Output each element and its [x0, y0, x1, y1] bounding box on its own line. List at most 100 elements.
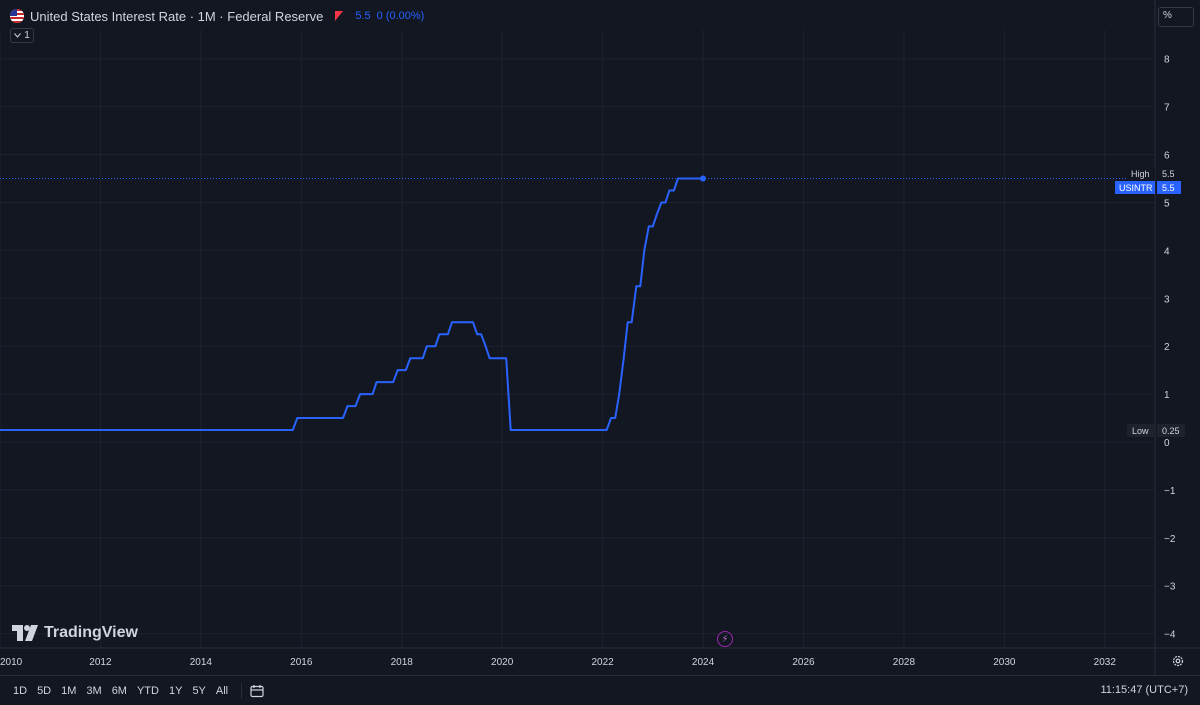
y-tick-label: 6	[1164, 151, 1170, 162]
data-point	[630, 321, 633, 324]
y-tick-label: 3	[1164, 294, 1170, 305]
data-point	[610, 417, 612, 419]
symbol-value: 5.5	[1162, 183, 1175, 193]
data-point	[480, 333, 482, 336]
x-tick-label: 2030	[993, 657, 1016, 668]
data-point	[660, 201, 663, 204]
data-point	[472, 321, 474, 324]
data-point	[618, 393, 620, 395]
x-tick-label: 2014	[190, 657, 213, 668]
range-button-1d[interactable]: 1D	[8, 685, 32, 697]
data-point	[396, 369, 399, 371]
low-label: Low	[1132, 426, 1149, 436]
series-line-0[interactable]	[0, 177, 703, 431]
range-button-1y[interactable]: 1Y	[164, 685, 187, 697]
symbol-label: USINTR	[1119, 183, 1153, 193]
data-point	[409, 357, 412, 360]
data-point	[392, 381, 395, 383]
range-button-5d[interactable]: 5D	[32, 685, 56, 697]
x-tick-label: 2028	[893, 657, 916, 668]
range-button-1m[interactable]: 1M	[56, 685, 81, 697]
tradingview-logo-icon	[12, 625, 38, 641]
data-point	[292, 429, 294, 431]
data-point	[700, 175, 706, 182]
lightning-icon[interactable]: ⚡	[717, 631, 733, 647]
data-point	[639, 285, 642, 288]
data-point	[635, 285, 638, 288]
data-point	[488, 357, 491, 360]
x-tick-label: 2032	[1094, 657, 1117, 668]
high-label: High	[1131, 169, 1150, 179]
chart-plot[interactable]: 876543210−1−2−3−4 2010 2012 2014 2016 2018 20…	[0, 0, 1200, 705]
data-point	[626, 321, 629, 324]
data-point	[371, 393, 374, 395]
data-point	[509, 429, 512, 431]
data-point	[426, 345, 428, 348]
data-point	[673, 189, 675, 192]
data-point	[643, 249, 646, 252]
data-point	[484, 345, 487, 348]
us-flag-icon	[10, 9, 24, 23]
y-axis: 8 7 6 5 4 3 2 1 0 −1 −2 −3 −4	[1164, 55, 1176, 641]
settings-gear-icon[interactable]	[1172, 655, 1184, 667]
x-tick-label: 2018	[391, 657, 414, 668]
y-tick-label: 7	[1164, 103, 1170, 114]
data-point	[476, 333, 478, 336]
y-tick-label: 8	[1164, 55, 1170, 66]
y-tick-label: −2	[1164, 534, 1176, 545]
y-tick-label: 0	[1164, 438, 1170, 449]
data-point	[434, 345, 437, 348]
x-tick-label: 2020	[491, 657, 514, 668]
low-value: 0.25	[1162, 426, 1180, 436]
data-point	[296, 417, 299, 419]
data-point	[668, 189, 671, 192]
data-point	[677, 177, 679, 180]
range-button-6m[interactable]: 6M	[107, 685, 132, 697]
x-tick-label: 2024	[692, 657, 715, 668]
divider	[241, 682, 243, 699]
data-point	[346, 405, 349, 407]
calendar-icon[interactable]	[250, 684, 264, 698]
grid	[0, 0, 1200, 675]
collapse-indicators-button[interactable]: 1	[10, 28, 34, 43]
data-point	[656, 213, 658, 216]
flag-marker-icon[interactable]	[335, 11, 344, 21]
bottom-toolbar: 1D 5D 1M 3M 6M YTD 1Y 5Y All 11:15:47 (UTC+7)	[0, 675, 1200, 705]
x-tick-label: 2012	[89, 657, 112, 668]
data-point	[622, 357, 625, 360]
tradingview-logo[interactable]: TradingView	[12, 624, 138, 642]
range-selector: 1D 5D 1M 3M 6M YTD 1Y 5Y All	[8, 685, 233, 697]
y-tick-label: 4	[1164, 246, 1170, 257]
x-tick-label: 2026	[792, 657, 815, 668]
range-button-5y[interactable]: 5Y	[187, 685, 210, 697]
x-axis: 2010 2012 2014 2016 2018 2020 2022 2024 2026 2028…	[0, 657, 1116, 668]
range-button-ytd[interactable]: YTD	[132, 685, 164, 697]
percent-scale-button[interactable]: %	[1158, 7, 1194, 27]
chevron-down-icon	[14, 33, 22, 38]
data-point	[664, 201, 667, 204]
x-tick-label: 2022	[591, 657, 614, 668]
data-point	[648, 225, 650, 228]
data-point	[614, 417, 616, 419]
data-point	[354, 405, 357, 407]
y-tick-label: −1	[1164, 486, 1176, 497]
data-point	[359, 393, 361, 395]
data-point	[342, 417, 344, 419]
data-point	[447, 333, 449, 336]
y-tick-label: −4	[1164, 630, 1176, 641]
chart-title[interactable]: United States Interest Rate · 1M · Feder…	[30, 9, 323, 24]
chart-header: United States Interest Rate · 1M · Feder…	[10, 6, 424, 26]
current-value: 5.5	[355, 10, 371, 22]
series-line-group	[0, 175, 1155, 431]
clock[interactable]: 11:15:47 (UTC+7)	[1100, 684, 1188, 696]
data-point	[405, 369, 407, 371]
x-tick-label: 2016	[290, 657, 313, 668]
range-button-3m[interactable]: 3M	[81, 685, 106, 697]
y-tick-label: 5	[1164, 198, 1170, 209]
data-point	[375, 381, 378, 383]
range-button-all[interactable]: All	[211, 685, 233, 697]
data-point	[505, 357, 508, 360]
data-point	[605, 429, 608, 431]
collapse-count: 1	[24, 30, 30, 41]
data-point	[422, 357, 424, 360]
